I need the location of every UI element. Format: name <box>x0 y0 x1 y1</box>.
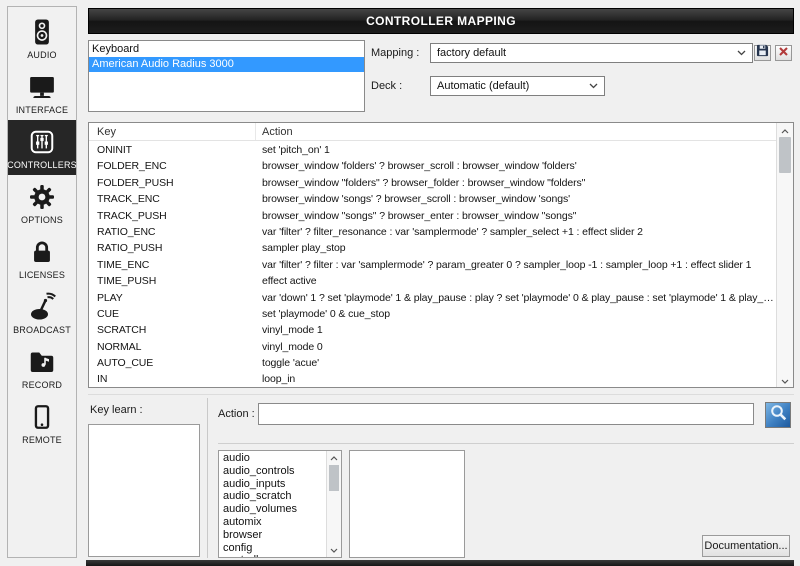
mapping-table: Key Action ONINIT set 'pitch_on' 1 FOLDE… <box>88 122 794 388</box>
mapping-select[interactable]: factory default <box>430 43 753 63</box>
delete-mapping-button[interactable] <box>775 45 792 61</box>
device-list[interactable]: Keyboard American Audio Radius 3000 <box>88 40 365 112</box>
table-row[interactable]: RATIO_PUSH sampler play_stop <box>89 240 776 256</box>
settings-sidebar: AUDIO INTERFACE CONTROLLERS OPTIONS LICE… <box>7 6 77 558</box>
list-item[interactable]: automix <box>219 516 326 529</box>
deck-value: Automatic (default) <box>437 80 529 92</box>
sidebar-item-audio[interactable]: AUDIO <box>8 10 76 65</box>
broadcast-icon <box>27 291 57 323</box>
action-groups-list: audio audio_controls audio_inputs audio_… <box>218 450 342 558</box>
record-icon <box>27 346 57 378</box>
table-row[interactable]: TIME_ENC var 'filter' ? filter : var 'sa… <box>89 257 776 273</box>
list-item[interactable]: audio_inputs <box>219 478 326 491</box>
table-scrollbar[interactable] <box>776 123 793 387</box>
column-header-action: Action <box>256 123 793 140</box>
documentation-button[interactable]: Documentation... <box>702 535 790 557</box>
table-row[interactable]: TRACK_PUSH browser_window "songs" ? brow… <box>89 208 776 224</box>
list-item[interactable]: audio_volumes <box>219 503 326 516</box>
chevron-up-icon <box>330 452 338 464</box>
page-title: CONTROLLER MAPPING <box>366 14 516 28</box>
vertical-divider <box>207 398 208 558</box>
table-row[interactable]: NORMAL vinyl_mode 0 <box>89 339 776 355</box>
sidebar-item-label: LICENSES <box>19 270 65 280</box>
mapping-value: factory default <box>437 47 506 59</box>
table-row[interactable]: IN loop_in <box>89 371 776 386</box>
scroll-down-button[interactable] <box>777 374 793 386</box>
bottom-panel-edge <box>86 560 794 566</box>
scrollbar-thumb[interactable] <box>329 465 339 491</box>
action-input[interactable] <box>258 403 754 425</box>
search-action-button[interactable] <box>765 402 791 428</box>
table-row[interactable]: ONINIT set 'pitch_on' 1 <box>89 142 776 158</box>
sidebar-item-options[interactable]: OPTIONS <box>8 175 76 230</box>
key-learn-box[interactable] <box>88 424 200 557</box>
groups-scrollbar[interactable] <box>326 451 341 557</box>
table-row[interactable]: SCRATCH vinyl_mode 1 <box>89 322 776 338</box>
sidebar-item-label: OPTIONS <box>21 215 63 225</box>
save-mapping-button[interactable] <box>754 45 771 61</box>
sidebar-item-remote[interactable]: REMOTE <box>8 395 76 450</box>
list-item[interactable]: audio_controls <box>219 465 326 478</box>
chevron-down-icon <box>737 50 746 56</box>
device-list-item[interactable]: American Audio Radius 3000 <box>89 57 364 72</box>
sidebar-item-controllers[interactable]: CONTROLLERS <box>8 120 76 175</box>
save-icon <box>756 44 769 62</box>
mapping-label: Mapping : <box>371 47 419 59</box>
action-separator <box>218 443 794 444</box>
deck-select[interactable]: Automatic (default) <box>430 76 605 96</box>
table-row[interactable]: AUTO_CUE toggle 'acue' <box>89 355 776 371</box>
table-body: ONINIT set 'pitch_on' 1 FOLDER_ENC brows… <box>89 142 776 386</box>
close-icon <box>778 44 789 62</box>
scroll-up-button[interactable] <box>327 452 341 464</box>
action-items-list[interactable] <box>349 450 465 558</box>
sidebar-item-broadcast[interactable]: BROADCAST <box>8 285 76 340</box>
table-row[interactable]: RATIO_ENC var 'filter' ? filter_resonanc… <box>89 224 776 240</box>
table-row[interactable]: TIME_PUSH effect active <box>89 273 776 289</box>
sidebar-item-label: INTERFACE <box>16 105 68 115</box>
scroll-up-button[interactable] <box>777 124 793 136</box>
page-title-bar: CONTROLLER MAPPING <box>88 8 794 34</box>
scroll-down-button[interactable] <box>327 544 341 556</box>
search-icon <box>769 403 788 427</box>
table-row[interactable]: FOLDER_ENC browser_window 'folders' ? br… <box>89 158 776 174</box>
sidebar-item-label: REMOTE <box>22 435 62 445</box>
sliders-icon <box>28 126 56 158</box>
column-header-key: Key <box>89 123 256 140</box>
table-row[interactable]: TRACK_ENC browser_window 'songs' ? brows… <box>89 191 776 207</box>
chevron-down-icon <box>781 371 789 389</box>
list-item[interactable]: controller <box>219 554 326 557</box>
sidebar-item-label: AUDIO <box>27 50 57 60</box>
sidebar-item-licenses[interactable]: LICENSES <box>8 230 76 285</box>
action-label: Action : <box>218 408 255 420</box>
remote-icon <box>28 401 56 433</box>
controller-mapping-dialog: AUDIO INTERFACE CONTROLLERS OPTIONS LICE… <box>0 0 800 566</box>
device-list-item[interactable]: Keyboard <box>89 42 364 57</box>
table-row[interactable]: FOLDER_PUSH browser_window "folders" ? b… <box>89 175 776 191</box>
sidebar-item-interface[interactable]: INTERFACE <box>8 65 76 120</box>
list-item[interactable]: browser <box>219 529 326 542</box>
deck-label: Deck : <box>371 80 402 92</box>
section-divider <box>88 394 794 395</box>
lock-icon <box>28 236 56 268</box>
table-row[interactable]: CUE set 'playmode' 0 & cue_stop <box>89 306 776 322</box>
chevron-down-icon <box>589 83 598 89</box>
action-groups-rows: audio audio_controls audio_inputs audio_… <box>219 452 326 557</box>
key-learn-label: Key learn : <box>90 404 143 416</box>
table-row[interactable]: PLAY var 'down' 1 ? set 'playmode' 1 & p… <box>89 290 776 306</box>
list-item[interactable]: audio_scratch <box>219 490 326 503</box>
sidebar-item-label: BROADCAST <box>13 325 71 335</box>
sidebar-item-record[interactable]: RECORD <box>8 340 76 395</box>
sidebar-item-label: CONTROLLERS <box>7 160 77 170</box>
gear-icon <box>27 181 57 213</box>
list-item[interactable]: config <box>219 542 326 555</box>
sidebar-item-label: RECORD <box>22 380 62 390</box>
speaker-icon <box>27 16 57 48</box>
chevron-down-icon <box>330 544 338 556</box>
list-item[interactable]: audio <box>219 452 326 465</box>
table-header: Key Action <box>89 123 793 141</box>
scrollbar-thumb[interactable] <box>779 137 791 173</box>
monitor-icon <box>27 71 57 103</box>
